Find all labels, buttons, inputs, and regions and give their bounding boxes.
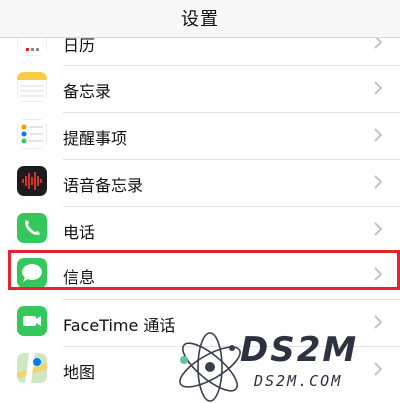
- reminders-icon: [17, 119, 47, 149]
- navigation-bar: 设置: [0, 0, 400, 38]
- page-title: 设置: [181, 9, 219, 30]
- row-label: 备忘录: [63, 82, 112, 101]
- facetime-icon: [17, 306, 47, 336]
- row-label: 提醒事项: [63, 129, 128, 148]
- row-label: 地图: [63, 363, 96, 382]
- chevron-right-icon: [374, 128, 383, 142]
- maps-icon: [17, 353, 47, 383]
- watermark-text: DS2M: [240, 330, 359, 370]
- settings-row-notes[interactable]: 备忘录: [0, 66, 400, 113]
- row-label: FaceTime 通话: [63, 316, 176, 335]
- row-label: 语音备忘录: [63, 176, 144, 195]
- chevron-right-icon: [374, 175, 383, 189]
- voice-memos-icon: [17, 166, 47, 196]
- chevron-right-icon: [374, 81, 383, 95]
- settings-row-reminders[interactable]: 提醒事项: [0, 113, 400, 160]
- chevron-right-icon: [374, 222, 383, 236]
- row-label: 电话: [63, 223, 96, 242]
- phone-icon: [17, 213, 47, 243]
- settings-row-messages[interactable]: 信息: [0, 252, 400, 299]
- chevron-right-icon: [374, 267, 383, 281]
- row-label: 信息: [63, 268, 96, 287]
- atom-logo-icon: [179, 332, 241, 402]
- watermark-subtext: DS2M.COM: [254, 372, 343, 390]
- settings-row-voice-memos[interactable]: 语音备忘录: [0, 160, 400, 207]
- notes-icon: [17, 72, 47, 102]
- chevron-right-icon: [374, 315, 383, 329]
- settings-row-phone[interactable]: 电话: [0, 207, 400, 254]
- messages-icon: [17, 258, 47, 288]
- watermark: DS2M DS2M.COM: [170, 330, 400, 403]
